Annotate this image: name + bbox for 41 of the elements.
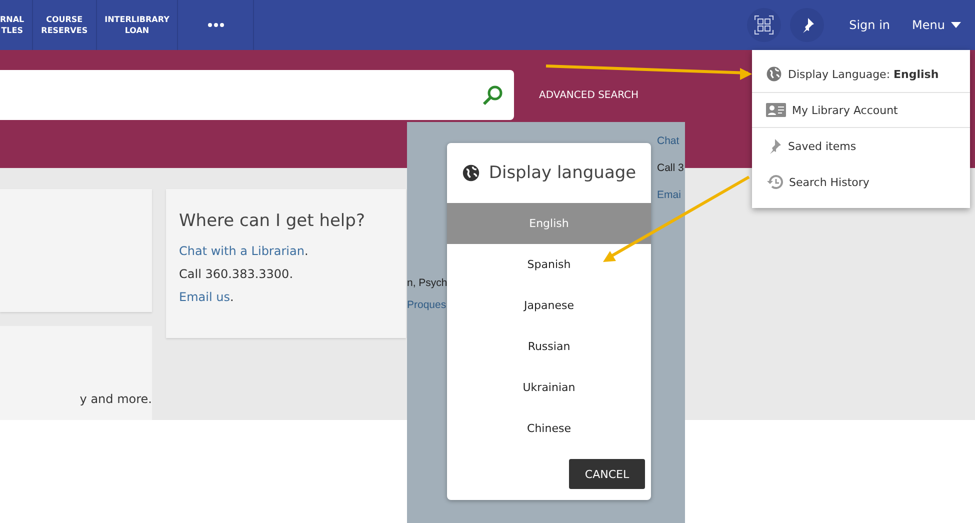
language-option[interactable]: Ukrainian <box>447 367 651 408</box>
menu-item[interactable]: My Library Account <box>752 93 970 128</box>
sign-in-link[interactable]: Sign in <box>849 18 890 32</box>
menu-button[interactable]: Menu <box>906 0 967 50</box>
menu-item-label: My Library Account <box>792 104 898 116</box>
language-option[interactable]: Chinese <box>447 408 651 449</box>
help-link[interactable]: Email us <box>179 290 230 304</box>
backdrop-text: Chat <box>657 135 680 147</box>
qr-code-button[interactable] <box>747 8 782 42</box>
menu-item-label: Search History <box>789 176 870 188</box>
help-line: Call 360.383.3300. <box>179 267 294 281</box>
globe-icon <box>462 164 480 182</box>
search-field[interactable] <box>0 70 514 120</box>
language-option[interactable]: Russian <box>447 326 651 367</box>
help-title: Where can I get help? <box>179 211 366 231</box>
advanced-search-link[interactable]: ADVANCED SEARCH <box>539 90 639 101</box>
help-line: Email us. <box>179 290 235 304</box>
history-icon <box>766 174 783 190</box>
backdrop-text: n, Psych <box>407 277 448 289</box>
menu-item[interactable]: Saved items <box>752 128 970 164</box>
language-option[interactable]: Japanese <box>447 285 651 326</box>
menu-item-label: Display Language: English <box>788 68 939 80</box>
language-option[interactable]: Spanish <box>447 244 651 285</box>
search-icon[interactable] <box>482 84 504 106</box>
caret-icon <box>951 22 961 28</box>
dialog-title: Display language <box>488 163 636 183</box>
backdrop-text: Proques <box>407 299 446 311</box>
cancel-button[interactable]: CANCEL <box>569 459 645 489</box>
menu-item-label: Saved items <box>788 140 856 152</box>
help-link[interactable]: Chat with a Librarian <box>179 244 304 258</box>
backdrop-text: Call 3 <box>657 162 684 174</box>
more-icon[interactable] <box>208 23 224 27</box>
menu-item[interactable]: Display Language: English <box>752 56 970 93</box>
globe-icon <box>766 66 782 82</box>
help-line: Chat with a Librarian. <box>179 244 310 258</box>
card-text: y and more. <box>80 392 152 406</box>
menu-item[interactable]: Search History <box>752 164 970 200</box>
id-card-icon <box>766 103 786 117</box>
backdrop-text: Emai <box>657 189 681 201</box>
pin-button[interactable] <box>790 8 824 42</box>
qr-code-icon <box>754 15 774 35</box>
